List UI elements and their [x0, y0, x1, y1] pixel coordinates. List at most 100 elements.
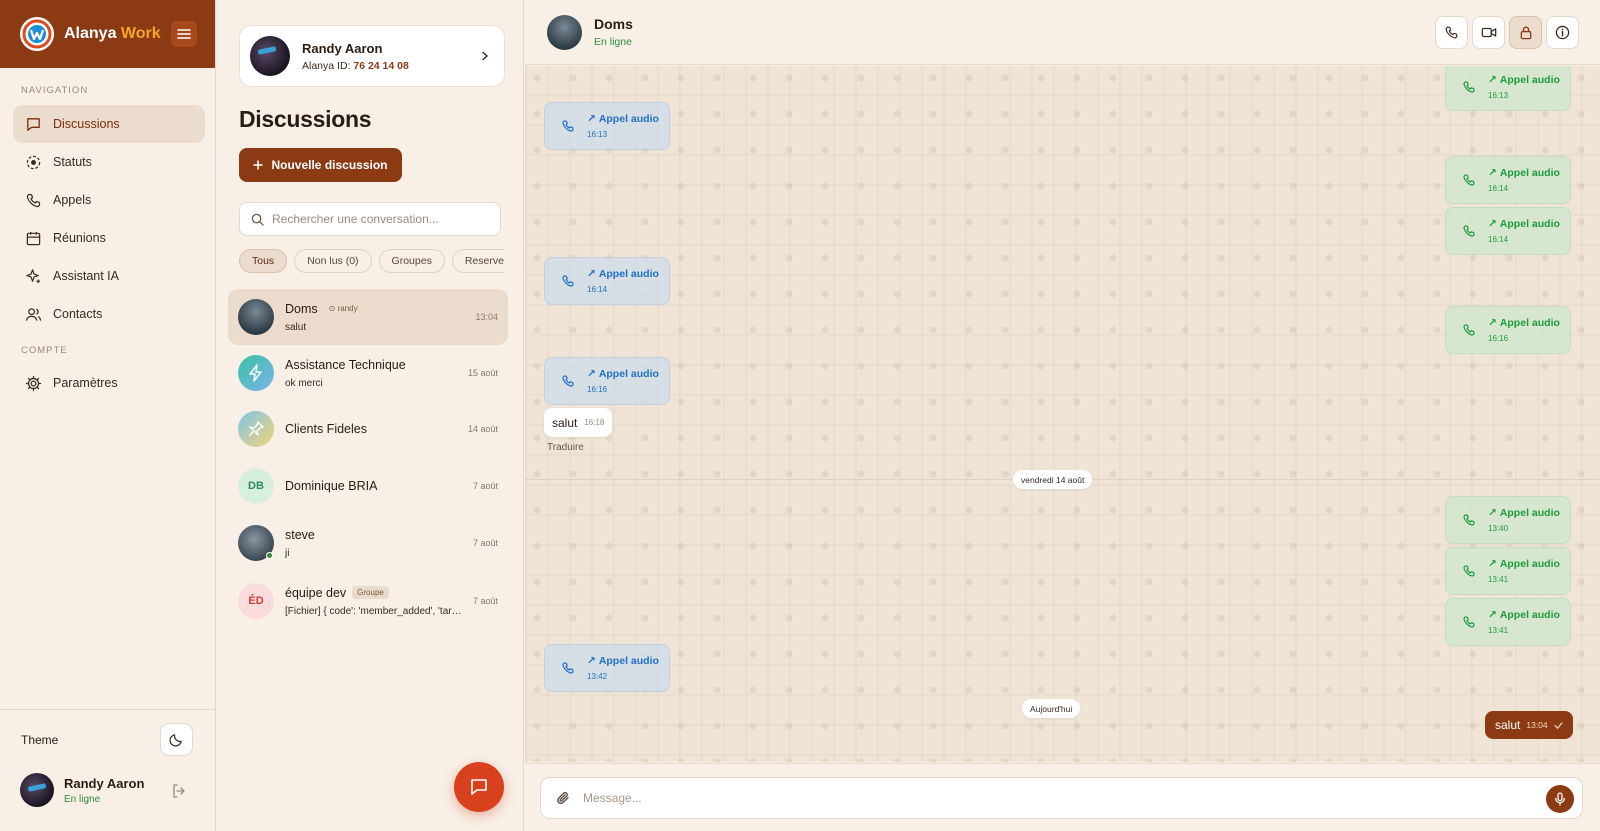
outgoing-call-message[interactable]: ↗ Appel audio 16:16 [1445, 306, 1571, 354]
call-time: 13:41 [1488, 575, 1509, 584]
hamburger-icon [177, 29, 191, 39]
page-title: Discussions [239, 106, 372, 132]
phone-icon [1463, 174, 1475, 186]
conversation-item-doms[interactable]: Doms ⊙ randy salut 13:04 [228, 289, 508, 345]
conversation-name: équipe dev [285, 585, 347, 600]
conversation-item-clients-fideles[interactable]: Clients Fideles 14 août [228, 401, 508, 457]
filter-tous[interactable]: Tous [239, 249, 288, 273]
outgoing-call-message[interactable]: ↗ Appel audio 16:14 [1445, 156, 1571, 204]
date-separator: Aujourd'hui [1022, 699, 1081, 718]
new-discussion-button[interactable]: Nouvelle discussion [239, 148, 402, 182]
outgoing-arrow-icon: ↗ [1488, 317, 1497, 329]
call-time: 16:16 [587, 385, 608, 394]
voice-record-button[interactable] [1546, 785, 1574, 813]
phone-icon [1463, 565, 1475, 577]
filter-groupes[interactable]: Groupes [378, 249, 445, 273]
pin-icon [248, 421, 264, 437]
nav-item-label: Paramètres [53, 376, 118, 390]
nav-item-reunions[interactable]: Réunions [13, 219, 205, 257]
profile-card[interactable]: Randy Aaron Alanya ID: 76 24 14 08 [239, 25, 505, 87]
conversation-item-steve[interactable]: steve ji 7 août [228, 515, 508, 571]
nav-item-assistant-ia[interactable]: Assistant IA [13, 257, 205, 295]
phone-icon [1463, 81, 1475, 93]
conversation-item-dominique-bria[interactable]: DB Dominique BRIA 7 août [228, 458, 508, 514]
filter-non-lus[interactable]: Non lus (0) [294, 249, 372, 273]
conversation-name: Assistance Technique [285, 357, 406, 372]
message-text: salut [552, 415, 578, 430]
date-separator: vendredi 14 août [1013, 470, 1093, 489]
outgoing-text-message[interactable]: salut 13:04 [1485, 711, 1573, 739]
call-label: Appel audio [1499, 558, 1560, 570]
conversation-item-equipe-dev[interactable]: ÉD équipe dev Groupe [Fichier] { code': '… [228, 573, 508, 629]
outgoing-call-message[interactable]: ↗ Appel audio 13:40 [1445, 496, 1571, 544]
avatar: DB [238, 468, 274, 504]
nav-item-parametres[interactable]: Paramètres [13, 364, 205, 402]
logout-button[interactable] [171, 783, 187, 799]
lock-button[interactable] [1509, 16, 1542, 49]
conversation-tag-text: randy [337, 304, 358, 313]
avatar[interactable] [547, 14, 582, 50]
search-input[interactable] [272, 212, 492, 226]
composer-box [540, 777, 1583, 819]
nav-item-discussions[interactable]: Discussions [13, 105, 205, 143]
menu-toggle-button[interactable] [171, 21, 197, 47]
nav-item-statuts[interactable]: Statuts [13, 143, 205, 181]
audio-call-button[interactable] [1435, 16, 1468, 49]
nav-item-label: Assistant IA [53, 269, 119, 283]
outgoing-arrow-icon: ↗ [1488, 74, 1497, 86]
lightning-icon [249, 364, 262, 382]
message-composer [525, 763, 1600, 831]
outgoing-arrow-icon: ↗ [587, 368, 596, 380]
calendar-icon [26, 231, 41, 245]
chat-icon [27, 117, 40, 131]
outgoing-arrow-icon: ↗ [1488, 218, 1497, 230]
filter-reserve[interactable]: Reserve [451, 249, 505, 273]
message-time: 13:04 [1526, 720, 1548, 730]
incoming-call-message[interactable]: ↗ Appel audio 16:13 [544, 102, 670, 150]
brand-name-b: Work [120, 25, 161, 42]
outgoing-call-message[interactable]: ↗ Appel audio 13:41 [1445, 547, 1571, 595]
phone-icon [562, 375, 574, 387]
call-label: Appel audio [1499, 218, 1560, 230]
outgoing-call-message[interactable]: ↗ Appel audio 16:13 [1445, 66, 1571, 111]
message-text: salut [1495, 718, 1521, 732]
outgoing-arrow-icon: ↗ [587, 268, 596, 280]
call-label: Appel audio [1499, 167, 1560, 179]
nav-section-label: Navigation [21, 85, 89, 96]
user-status: En ligne [64, 793, 101, 805]
incoming-call-message[interactable]: ↗ Appel audio 16:14 [544, 257, 670, 305]
paperclip-icon[interactable] [555, 790, 571, 806]
info-button[interactable] [1546, 16, 1579, 49]
call-label: Appel audio [1499, 507, 1560, 519]
phone-icon [1463, 225, 1475, 237]
moon-icon [169, 734, 182, 747]
sparkle-icon [26, 268, 41, 283]
contact-status: En ligne [594, 36, 632, 48]
call-label: Appel audio [598, 368, 659, 380]
nav-item-contacts[interactable]: Contacts [13, 295, 205, 333]
alanya-id-label: Alanya ID: [302, 59, 354, 72]
conversation-preview: ji [285, 547, 290, 559]
conversation-item-assistance-technique[interactable]: Assistance Technique ok merci 15 août [228, 345, 508, 401]
translate-link[interactable]: Traduire [547, 442, 584, 453]
incoming-call-message[interactable]: ↗ Appel audio 16:16 [544, 357, 670, 405]
incoming-text-message[interactable]: salut 16:18 [544, 408, 613, 437]
current-user[interactable]: Randy Aaron En ligne [20, 773, 144, 807]
check-icon [1554, 721, 1563, 729]
outgoing-call-message[interactable]: ↗ Appel audio 16:14 [1445, 207, 1571, 255]
message-input[interactable] [583, 791, 1582, 805]
plus-icon [253, 160, 264, 170]
chat-icon [471, 779, 487, 795]
lock-icon [1520, 26, 1531, 40]
new-chat-fab-button[interactable] [454, 762, 504, 812]
video-call-button[interactable] [1472, 16, 1505, 49]
message-thread[interactable]: ↗ Appel audio 16:13 ↗ Appel audio 16:14 ↗ App… [525, 66, 1600, 762]
nav-item-appels[interactable]: Appels [13, 181, 205, 219]
theme-toggle-button[interactable] [160, 723, 193, 756]
call-time: 16:14 [1488, 184, 1509, 193]
conversation-time: 14 août [467, 424, 498, 434]
chat-header: Doms En ligne [525, 0, 1600, 65]
theme-label: Theme [21, 733, 59, 747]
incoming-call-message[interactable]: ↗ Appel audio 13:42 [544, 644, 670, 692]
outgoing-call-message[interactable]: ↗ Appel audio 13:41 [1445, 598, 1571, 646]
